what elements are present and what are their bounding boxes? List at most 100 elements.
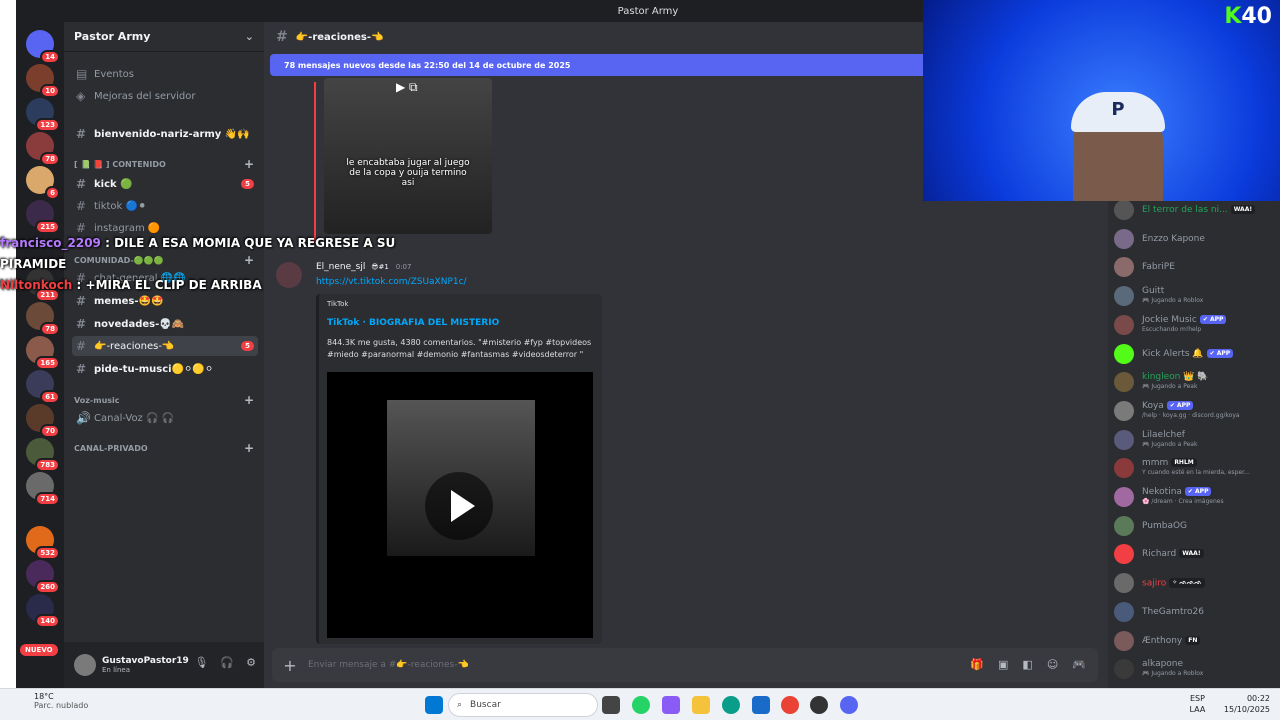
member-item[interactable]: alkapone 🎮 Jugando a Roblox xyxy=(1114,657,1274,683)
member-item[interactable]: PumbaOG xyxy=(1114,514,1274,540)
weather-label: Parc. nublado xyxy=(34,701,89,710)
member-item[interactable]: Nekotina ✔ APP 🌸 /dream · Crea imágenes xyxy=(1114,485,1274,511)
channel-pide-tu-musci[interactable]: # pide-tu-musci🟡⚪🟡⚪ xyxy=(72,359,258,379)
badge: 260 xyxy=(35,580,60,594)
play-icon[interactable]: ▶ ⧉ xyxy=(396,80,418,95)
system-tray[interactable]: ESP LAA 00:22 15/10/2025 xyxy=(1190,693,1270,715)
member-item[interactable]: Enzzo Kapone xyxy=(1114,227,1274,253)
start-icon[interactable] xyxy=(425,696,443,714)
channel-tiktok[interactable]: # tiktok 🔵⚫ xyxy=(72,196,258,216)
member-name: Kick Alerts 🔔 ✔ APP xyxy=(1142,348,1234,359)
chevron-down-icon: ⌄ xyxy=(244,30,254,43)
add-channel-icon[interactable]: + xyxy=(244,393,254,407)
member-name: kingleon 👑 🐘 xyxy=(1142,372,1209,382)
member-item[interactable]: TheGamtro26 xyxy=(1114,600,1274,626)
home-button[interactable]: 14 xyxy=(26,30,60,64)
store-icon[interactable] xyxy=(752,696,770,714)
sticker-icon[interactable]: ◧ xyxy=(1022,658,1032,671)
server-icon[interactable]: 70 xyxy=(26,404,60,438)
server-icon[interactable]: 714 xyxy=(26,472,60,506)
message-input[interactable]: Enviar mensaje a #👉-reaciones-👈 xyxy=(308,660,469,670)
gif-icon[interactable]: ▣ xyxy=(998,658,1008,671)
channel-novedades[interactable]: # novedades-💀🙈 xyxy=(72,314,258,334)
server-icon[interactable]: 123 xyxy=(26,98,60,132)
play-icon[interactable] xyxy=(425,472,493,540)
member-item[interactable]: kingleon 👑 🐘 🎮 Jugando a Peak xyxy=(1114,370,1274,396)
member-item[interactable]: Jockie Music ✔ APP Escuchando m!help xyxy=(1114,313,1274,339)
embed-title[interactable]: TikTok · BIOGRAFIA DEL MISTERIO xyxy=(327,318,594,328)
whatsapp-icon[interactable] xyxy=(632,696,650,714)
server-icon[interactable]: 6 xyxy=(26,166,60,200)
add-attachment-icon[interactable]: + xyxy=(272,656,308,675)
add-channel-icon[interactable]: + xyxy=(244,441,254,455)
member-item[interactable]: Koya ✔ APP/help · koya.gg · discord.gg/ko… xyxy=(1114,399,1274,425)
voice-channel[interactable]: 🔊 Canal-Voz 🎧 🎧 xyxy=(72,408,258,428)
video-thumbnail[interactable]: ▶ ⧉ le encabtaba jugar al juego de la co… xyxy=(324,78,492,234)
member-item[interactable]: FabriPE xyxy=(1114,255,1274,281)
server-icon[interactable]: 140 xyxy=(26,594,60,628)
gift-icon[interactable]: 🎁 xyxy=(970,658,984,671)
server-icon[interactable]: 61 xyxy=(26,370,60,404)
events-item[interactable]: ▤ Eventos xyxy=(72,64,258,84)
task-view-icon[interactable] xyxy=(602,696,620,714)
weather-widget[interactable]: 18°C Parc. nublado xyxy=(18,692,88,710)
file-explorer-icon[interactable] xyxy=(692,696,710,714)
server-icon[interactable]: 215 xyxy=(26,200,60,234)
member-name: alkapone xyxy=(1142,659,1183,669)
avatar xyxy=(1114,573,1134,594)
apps-icon[interactable]: 🎮 xyxy=(1072,658,1086,671)
webcam-overlay: K40 P xyxy=(923,0,1280,201)
chrome-icon[interactable] xyxy=(781,696,799,714)
new-badge[interactable]: NUEVO xyxy=(20,644,58,656)
category-voz[interactable]: Voz-music + xyxy=(74,393,254,407)
member-name-text: Enzzo Kapone xyxy=(1142,233,1205,244)
copilot-icon[interactable] xyxy=(662,696,680,714)
hash-icon: # xyxy=(76,127,87,141)
embed-video[interactable] xyxy=(327,372,593,638)
new-messages-bar[interactable]: 78 mensajes nuevos desde las 22:50 del 1… xyxy=(270,54,930,76)
server-icon[interactable]: 783 xyxy=(26,438,60,472)
member-item[interactable]: Richard WAA! xyxy=(1114,542,1274,568)
emoji-icon[interactable]: ☺ xyxy=(1047,658,1058,671)
member-name-text: Kick Alerts 🔔 xyxy=(1142,348,1204,359)
microphone-icon[interactable]: 🎙 xyxy=(194,656,208,669)
member-name-text: Jockie Music xyxy=(1142,314,1197,325)
member-item[interactable]: Kick Alerts 🔔 ✔ APP xyxy=(1114,342,1274,368)
server-icon[interactable]: 165 xyxy=(26,336,60,370)
gear-icon[interactable]: ⚙ xyxy=(246,656,256,669)
server-icon[interactable]: 260 xyxy=(26,560,60,594)
obs-icon[interactable] xyxy=(810,696,828,714)
member-item[interactable]: El terror de las ni... WAA! xyxy=(1114,198,1274,224)
member-item[interactable]: Lilaelchef 🎮 Jugando a Peak xyxy=(1114,428,1274,454)
avatar[interactable] xyxy=(74,654,96,676)
member-item[interactable]: sajiro ✧ ᨒᨒᨒ xyxy=(1114,571,1274,597)
edge-icon[interactable] xyxy=(722,696,740,714)
channel-memes[interactable]: # memes-🤩🤩 xyxy=(72,291,258,311)
category-content[interactable]: [ 📗 📕 ] CONTENIDO + xyxy=(74,157,254,171)
boosts-item[interactable]: ◈ Mejoras del servidor xyxy=(72,86,258,106)
chat-user: francisco_2209 xyxy=(0,236,101,250)
category-private[interactable]: CANAL-PRIVADO + xyxy=(74,441,254,455)
avatar xyxy=(1114,200,1134,220)
badge: 215 xyxy=(35,220,60,234)
server-icon[interactable]: 78 xyxy=(26,132,60,166)
server-icon[interactable]: 10 xyxy=(26,64,60,98)
guild-header[interactable]: Pastor Army ⌄ xyxy=(64,22,264,52)
discord-icon[interactable] xyxy=(840,696,858,714)
member-item[interactable]: mmm RHLM Y cuando esté en la mierda, esper… xyxy=(1114,456,1274,482)
channel-instagram[interactable]: # instagram 🟠 xyxy=(72,218,258,238)
member-name-text: PumbaOG xyxy=(1142,520,1188,531)
chat-line: francisco_2209 : DILE A ESA MOMIA QUE YA… xyxy=(0,236,395,250)
channel-reaciones[interactable]: # 👉-reaciones-👈 5 xyxy=(72,336,258,356)
channel-welcome[interactable]: # bienvenido-nariz-army 👋🙌 xyxy=(72,124,258,144)
server-icon[interactable]: 532 xyxy=(26,526,60,560)
server-icon[interactable]: 78 xyxy=(26,302,60,336)
hash-icon: # xyxy=(76,177,87,191)
search-box[interactable]: ⌕ Buscar xyxy=(448,693,598,717)
member-item[interactable]: Guitt 🎮 Jugando a Roblox xyxy=(1114,284,1274,310)
speaker-icon: 🔊 xyxy=(76,411,91,425)
headphones-icon[interactable]: 🎧 xyxy=(220,656,234,669)
add-channel-icon[interactable]: + xyxy=(244,157,254,171)
member-item[interactable]: Ænthony FN xyxy=(1114,629,1274,655)
channel-kick[interactable]: # kick 🟢 5 xyxy=(72,174,258,194)
